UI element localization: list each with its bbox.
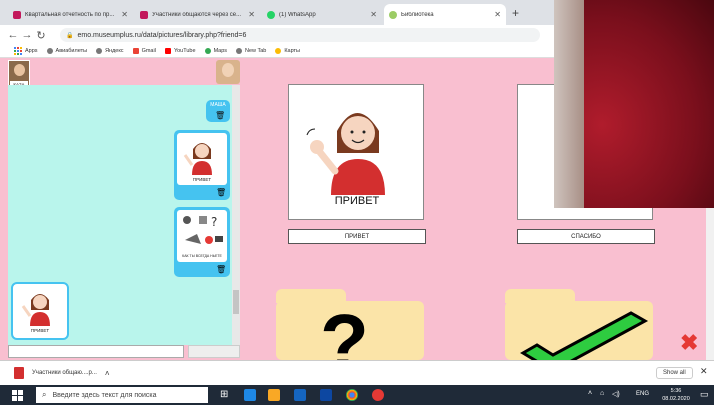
library-card[interactable]: ПРИВЕТ — [288, 84, 424, 220]
bookmark-maps[interactable]: Maps — [204, 48, 227, 54]
maps-icon — [275, 48, 282, 54]
download-filename[interactable]: Участники общаю....р... — [32, 370, 97, 376]
file-icon — [14, 367, 24, 379]
message-input[interactable] — [8, 345, 184, 358]
mail-icon[interactable] — [320, 389, 332, 401]
taskbar-search[interactable]: ⌕ Введите здесь текст для поиска — [36, 387, 208, 403]
card-caption: КАК ТЫ ВСЕГДА НЬЕТЕ — [182, 254, 222, 258]
forward-icon[interactable]: → — [20, 29, 34, 41]
svg-text:?: ? — [211, 215, 217, 229]
clock[interactable]: 5:36 08.02.2020 — [656, 387, 696, 403]
scrollbar-thumb[interactable] — [233, 290, 239, 314]
show-all-button[interactable]: Show all — [656, 367, 693, 379]
card-label[interactable]: ПРИВЕТ — [288, 229, 426, 244]
bookmarks-bar: Apps Авиабилеты Яндекс Gmail YouTube Map… — [0, 45, 560, 58]
search-icon: ⌕ — [42, 390, 47, 399]
tab-4[interactable]: Библиотека ✕ — [384, 4, 506, 25]
tab-title: (1) WhatsApp — [279, 11, 316, 18]
close-icon[interactable]: ✕ — [494, 10, 501, 19]
received-message[interactable]: ПРИВЕТ — [11, 282, 69, 340]
apps-grid-icon — [14, 47, 22, 55]
close-icon[interactable]: ✕ — [700, 366, 708, 377]
sender-name: МАША — [210, 102, 226, 108]
symbols-collage-icon: ? — [183, 215, 223, 244]
tab-favicon-icon — [140, 10, 148, 19]
trash-icon[interactable]: 🗑 — [216, 188, 226, 197]
message-bubble[interactable]: ПРИВЕТ 🗑 — [174, 130, 230, 200]
app-icon[interactable] — [372, 389, 384, 401]
url-text: emo.museumplus.ru/data/pictures/library.… — [77, 31, 247, 39]
trash-icon[interactable]: 🗑 — [215, 111, 225, 120]
close-icon[interactable]: ✕ — [370, 10, 377, 19]
edge-icon[interactable] — [244, 389, 256, 401]
tab-favicon-icon — [389, 10, 397, 19]
bookmark-aviabilety[interactable]: Авиабилеты — [46, 48, 87, 54]
back-icon[interactable]: ← — [6, 29, 20, 41]
bookmark-apps[interactable]: Apps — [14, 47, 38, 55]
folder-check[interactable] — [505, 301, 653, 360]
tab-favicon-icon — [13, 10, 21, 19]
send-button[interactable] — [188, 345, 240, 358]
card-caption: ПРИВЕТ — [30, 328, 50, 333]
video-overlay[interactable] — [554, 0, 714, 208]
card-title: ПРИВЕТ — [334, 195, 380, 207]
girl-waving-icon — [183, 143, 212, 175]
youtube-icon — [164, 48, 171, 54]
tab-3[interactable]: (1) WhatsApp ✕ — [262, 4, 382, 25]
close-icon[interactable]: ✕ — [121, 10, 128, 19]
folder-question[interactable]: ? — [276, 301, 424, 360]
tab-title: Участники общаются через се... — [152, 11, 242, 18]
check-mark-icon — [520, 311, 649, 360]
reload-icon[interactable]: ↻ — [34, 29, 48, 42]
chrome-icon[interactable] — [346, 389, 358, 401]
network-icon[interactable]: ⌂ — [600, 390, 604, 397]
message-bubble[interactable]: МАША 🗑 — [206, 100, 230, 122]
close-icon[interactable]: ✖ — [680, 332, 698, 354]
picture-card[interactable]: ПРИВЕТ — [177, 133, 227, 185]
card-label[interactable]: СПАСИБО — [517, 229, 655, 244]
search-placeholder: Введите здесь текст для поиска — [52, 391, 157, 399]
volume-icon[interactable]: ◁) — [612, 390, 620, 398]
card-caption: ПРИВЕТ — [192, 177, 212, 182]
store-icon[interactable] — [294, 389, 306, 401]
bookmark-yandex[interactable]: Яндекс — [96, 48, 124, 54]
question-mark-icon: ? — [320, 301, 369, 361]
tab-title: Квартальная отчетность по пр... — [25, 11, 115, 18]
globe-icon — [46, 48, 53, 54]
chevron-up-icon[interactable]: ˄ — [105, 369, 110, 378]
windows-start-icon[interactable] — [12, 389, 23, 401]
tab-title: Библиотека — [401, 11, 434, 18]
picture-card[interactable]: ? КАК ТЫ ВСЕГДА НЬЕТЕ — [177, 210, 227, 262]
tab-2[interactable]: Участники общаются через се... ✕ — [135, 4, 260, 25]
language-indicator[interactable]: ENG — [636, 391, 649, 397]
lock-icon: 🔒 — [66, 32, 74, 39]
girl-waving-icon — [21, 294, 50, 326]
bookmark-karty[interactable]: Карты — [275, 48, 300, 54]
trash-icon[interactable]: 🗑 — [216, 265, 226, 274]
address-bar[interactable]: 🔒 emo.museumplus.ru/data/pictures/librar… — [60, 28, 540, 42]
notification-icon[interactable]: ▭ — [700, 389, 709, 400]
download-bar: Участники общаю....р... ˄ Show all ✕ — [0, 360, 714, 385]
globe-icon — [236, 48, 243, 54]
bookmark-youtube[interactable]: YouTube — [164, 48, 196, 54]
message-bubble[interactable]: ? КАК ТЫ ВСЕГДА НЬЕТЕ 🗑 — [174, 207, 230, 277]
contact-avatar[interactable] — [216, 60, 240, 84]
bookmark-gmail[interactable]: Gmail — [132, 48, 156, 54]
close-icon[interactable]: ✕ — [248, 10, 255, 19]
file-explorer-icon[interactable] — [268, 389, 280, 401]
chat-scrollbar[interactable] — [232, 85, 240, 345]
whatsapp-icon — [267, 10, 275, 19]
globe-icon — [96, 48, 103, 54]
new-tab-button[interactable]: + — [512, 6, 519, 20]
tab-1[interactable]: Квартальная отчетность по пр... ✕ — [8, 4, 133, 25]
girl-waving-icon — [306, 113, 385, 195]
chevron-up-icon[interactable]: ˄ — [588, 390, 592, 397]
task-view-icon[interactable]: ⊞ — [220, 389, 232, 401]
bookmark-new-tab[interactable]: New Tab — [236, 48, 266, 54]
maps-icon — [204, 48, 211, 54]
gmail-icon — [132, 48, 139, 54]
